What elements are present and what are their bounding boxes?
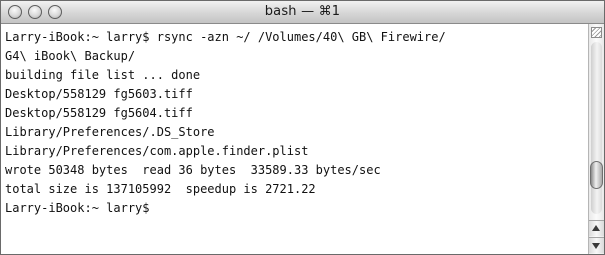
window-title: bash — ⌘1 (264, 4, 341, 19)
scrollbar-thumb[interactable] (590, 161, 603, 189)
terminal-line: G4\ iBook\ Backup/ (5, 49, 136, 63)
terminal-window: bash — ⌘1 Larry-iBook:~ larry$ rsync -az… (0, 0, 605, 255)
terminal-output[interactable]: Larry-iBook:~ larry$ rsync -azn ~/ /Volu… (1, 24, 587, 254)
terminal-line: Library/Preferences/.DS_Store (5, 125, 215, 139)
resize-handle-icon[interactable] (591, 27, 602, 38)
terminal-line: Library/Preferences/com.apple.finder.pli… (5, 144, 309, 158)
scroll-up-button[interactable] (589, 220, 604, 236)
vertical-scrollbar[interactable] (588, 24, 604, 254)
terminal-line: building file list ... done (5, 68, 201, 82)
terminal-line: wrote 50348 bytes read 36 bytes 33589.33… (5, 163, 381, 177)
terminal-line: Desktop/558129 fg5604.tiff (5, 106, 193, 120)
arrow-up-icon (592, 225, 600, 231)
arrow-down-icon (592, 243, 600, 249)
terminal-line: Desktop/558129 fg5603.tiff (5, 87, 193, 101)
terminal-prompt-line: Larry-iBook:~ larry$ (5, 201, 150, 215)
terminal-line: Larry-iBook:~ larry$ rsync -azn ~/ /Volu… (5, 30, 446, 44)
scroll-down-button[interactable] (589, 237, 604, 253)
title-bar[interactable]: bash — ⌘1 (1, 1, 604, 24)
terminal-line: total size is 137105992 speedup is 2721.… (5, 182, 316, 196)
